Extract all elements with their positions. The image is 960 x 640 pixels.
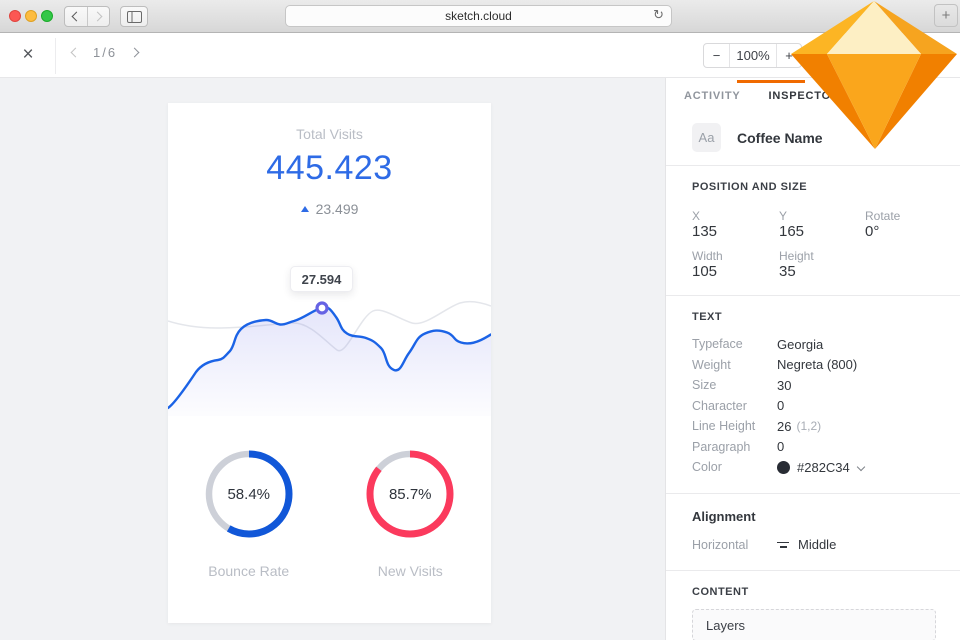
address-bar-url: sketch.cloud	[445, 9, 512, 23]
width-value: 105	[692, 263, 718, 280]
dashboard-artboard: Total Visits 445.423 23.499 27.594 58.4%…	[166, 103, 493, 623]
delta-row: 23.499	[168, 201, 491, 217]
chevron-right-icon	[92, 11, 103, 22]
traffic-minimize-button[interactable]	[25, 10, 37, 22]
rotate-value: 0°	[865, 223, 880, 240]
height-value: 35	[779, 263, 796, 280]
sketch-cloud-window: sketch.cloud ↻ + × 1/6 − 100% + Total Vi…	[0, 0, 960, 640]
weight-label: Weight	[692, 357, 731, 372]
height-label: Height	[779, 249, 814, 263]
width-label: Width	[692, 249, 723, 263]
content-title: CONTENT	[692, 586, 749, 598]
line-height-value: 26	[777, 418, 792, 434]
position-size-section: POSITION AND SIZE X 135 Y 165 Rotate 0° …	[666, 166, 960, 295]
chart-tooltip: 27.594	[290, 266, 353, 292]
refresh-icon[interactable]: ↻	[653, 8, 664, 23]
horizontal-value: Middle	[798, 537, 837, 553]
character-label: Character	[692, 398, 747, 413]
text-section-title: TEXT	[692, 311, 723, 323]
sidebar-icon	[126, 10, 142, 23]
bounce-rate-label: Bounce Rate	[208, 563, 290, 579]
zoom-level: 100%	[729, 44, 776, 67]
sidebar-toggle-button[interactable]	[120, 6, 148, 27]
text-layer-icon: Aa	[692, 123, 721, 152]
chart-marker	[315, 301, 329, 315]
arrow-up-icon	[300, 206, 309, 212]
page-indicator: 1/6	[93, 45, 118, 60]
area-fill	[168, 307, 491, 416]
forward-button[interactable]	[86, 7, 110, 26]
alignment-title: Alignment	[692, 508, 756, 524]
line-chart	[166, 290, 493, 416]
inspector-panel: ACTIVITY INSPECTOR Aa Coffee Name POSITI…	[665, 78, 960, 640]
page-navigator: 1/6	[70, 45, 140, 60]
traffic-close-button[interactable]	[9, 10, 21, 22]
x-value: 135	[692, 223, 718, 240]
color-label: Color	[692, 460, 722, 475]
total-visits-label: Total Visits	[296, 126, 363, 142]
position-size-title: POSITION AND SIZE	[692, 181, 808, 193]
color-value: #282C34	[797, 459, 850, 475]
chevron-left-icon	[71, 11, 82, 22]
typeface-value: Georgia	[777, 336, 824, 352]
alignment-section: Alignment Horizontal Middle	[666, 494, 960, 571]
preview-canvas: Total Visits 445.423 23.499 27.594 58.4%…	[0, 78, 665, 640]
rotate-label: Rotate	[865, 209, 901, 223]
sketch-logo	[791, 1, 957, 149]
prev-page-icon[interactable]	[70, 47, 81, 58]
align-middle-icon	[777, 541, 789, 548]
delta-value: 23.499	[315, 201, 359, 217]
history-nav-group	[64, 6, 110, 27]
new-visits-value: 85.7%	[388, 485, 432, 503]
horizontal-label: Horizontal	[692, 537, 749, 552]
y-label: Y	[779, 209, 788, 223]
color-row[interactable]: Color #282C34	[692, 457, 936, 478]
line-height-label: Line Height	[692, 419, 756, 434]
chevron-down-icon[interactable]	[856, 463, 866, 472]
close-document-button[interactable]: ×	[16, 42, 40, 68]
toolbar-divider	[55, 38, 56, 74]
size-value: 30	[777, 377, 792, 393]
line-height-extra: (1,2)	[796, 419, 822, 434]
text-section: TEXT Typeface Georgia Weight Negreta (80…	[666, 296, 960, 493]
new-visits-label: New Visits	[377, 563, 443, 579]
zoom-control: − 100% +	[703, 43, 802, 68]
back-button[interactable]	[65, 7, 87, 26]
x-label: X	[692, 209, 701, 223]
tab-activity[interactable]: ACTIVITY	[684, 90, 741, 102]
paragraph-label: Paragraph	[692, 439, 751, 454]
total-visits-value: 445.423	[266, 149, 393, 187]
weight-value: Negreta (800)	[777, 357, 858, 373]
donut-row: 58.4% Bounce Rate 85.7% New Visits	[168, 446, 491, 579]
bounce-rate-value: 58.4%	[227, 485, 271, 503]
content-section: CONTENT Layers	[666, 571, 960, 640]
size-label: Size	[692, 378, 717, 393]
next-page-icon[interactable]	[129, 47, 140, 58]
traffic-zoom-button[interactable]	[41, 10, 53, 22]
new-visits-donut: 85.7% New Visits	[330, 446, 492, 579]
typeface-label: Typeface	[692, 337, 743, 352]
character-value: 0	[777, 398, 785, 414]
y-value: 165	[779, 223, 805, 240]
bounce-rate-donut: 58.4% Bounce Rate	[168, 446, 330, 579]
content-value-box[interactable]: Layers	[692, 609, 936, 640]
color-swatch	[777, 460, 790, 474]
paragraph-value: 0	[777, 439, 785, 455]
zoom-out-button[interactable]: −	[704, 44, 729, 67]
address-bar[interactable]: sketch.cloud ↻	[285, 5, 672, 27]
